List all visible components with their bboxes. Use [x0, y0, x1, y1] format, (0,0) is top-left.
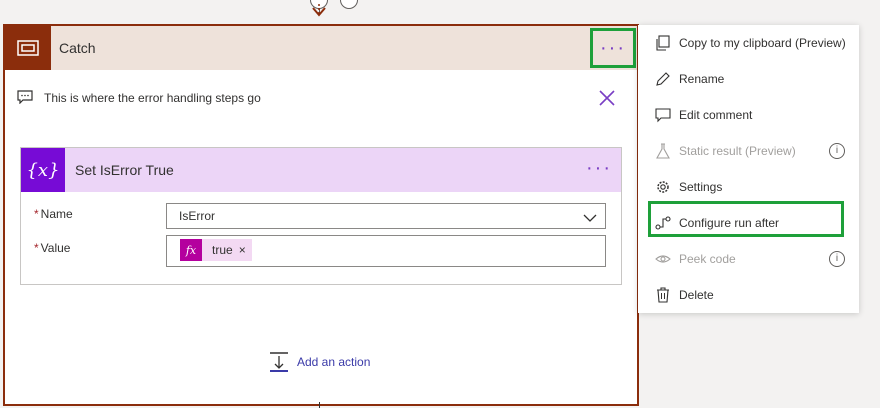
comment-icon	[655, 107, 671, 123]
menu-item-rename[interactable]: Rename	[638, 61, 859, 97]
name-dropdown[interactable]: IsError	[166, 203, 606, 229]
menu-item-static-result[interactable]: Static result (Preview) i	[638, 133, 859, 169]
expression-token-text: true	[212, 243, 233, 257]
remove-token-button[interactable]: ×	[239, 243, 252, 257]
scope-more-options-button[interactable]: ···	[590, 28, 636, 68]
copy-icon	[655, 35, 671, 51]
info-icon[interactable]: i	[829, 251, 845, 267]
configure-run-after-highlight	[648, 201, 844, 237]
menu-item-label: Edit comment	[679, 108, 753, 122]
close-comment-icon[interactable]	[597, 88, 617, 108]
required-mark: *	[34, 241, 39, 255]
menu-item-edit-comment[interactable]: Edit comment	[638, 97, 859, 133]
name-label-text: Name	[40, 207, 73, 221]
connector-line-bottom	[319, 402, 320, 408]
menu-item-label: Copy to my clipboard (Preview)	[679, 36, 846, 50]
variable-icon: {x}	[21, 148, 65, 192]
add-an-action-button[interactable]: Add an action	[268, 350, 370, 374]
fx-icon: fx	[180, 239, 202, 261]
gear-icon	[655, 179, 671, 195]
eye-icon	[655, 251, 671, 267]
pencil-icon	[655, 71, 671, 87]
scope-title[interactable]: Catch	[59, 26, 96, 70]
menu-item-label: Settings	[679, 180, 723, 194]
scope-comment[interactable]: This is where the error handling steps g…	[44, 90, 261, 106]
set-variable-action-card: {x} Set IsError True ··· * Name IsError *…	[20, 147, 622, 285]
value-input[interactable]: fx true ×	[166, 235, 606, 267]
menu-item-label: Static result (Preview)	[679, 144, 796, 158]
menu-item-label: Peek code	[679, 252, 736, 266]
value-label-text: Value	[40, 241, 71, 255]
name-dropdown-value: IsError	[179, 209, 215, 223]
menu-item-copy[interactable]: Copy to my clipboard (Preview)	[638, 25, 859, 61]
context-menu: Copy to my clipboard (Preview) Rename Ed…	[638, 25, 859, 313]
chevron-down-icon[interactable]	[583, 210, 597, 222]
menu-item-peek-code[interactable]: Peek code i	[638, 241, 859, 277]
catch-scope-card: Catch ··· This is where the error handli…	[3, 24, 639, 406]
trash-icon	[655, 287, 671, 303]
menu-item-delete[interactable]: Delete	[638, 277, 859, 313]
scope-header[interactable]: Catch ···	[5, 26, 637, 70]
action-header[interactable]: {x} Set IsError True ···	[21, 148, 621, 192]
name-field-label: * Name	[34, 207, 73, 221]
expression-token[interactable]: fx true ×	[180, 239, 252, 261]
action-title[interactable]: Set IsError True	[75, 148, 174, 192]
required-mark: *	[34, 207, 39, 221]
info-icon[interactable]	[340, 0, 358, 9]
comment-icon	[17, 90, 35, 106]
flask-icon	[655, 143, 671, 159]
scope-icon	[5, 26, 51, 70]
menu-item-settings[interactable]: Settings	[638, 169, 859, 205]
info-icon[interactable]: i	[829, 143, 845, 159]
menu-item-label: Rename	[679, 72, 725, 86]
add-action-icon	[268, 351, 290, 373]
add-an-action-label: Add an action	[297, 355, 371, 369]
menu-item-label: Delete	[679, 288, 714, 302]
arrow-down-icon	[309, 4, 329, 22]
action-more-options-button[interactable]: ···	[585, 158, 613, 181]
value-field-label: * Value	[34, 241, 70, 255]
